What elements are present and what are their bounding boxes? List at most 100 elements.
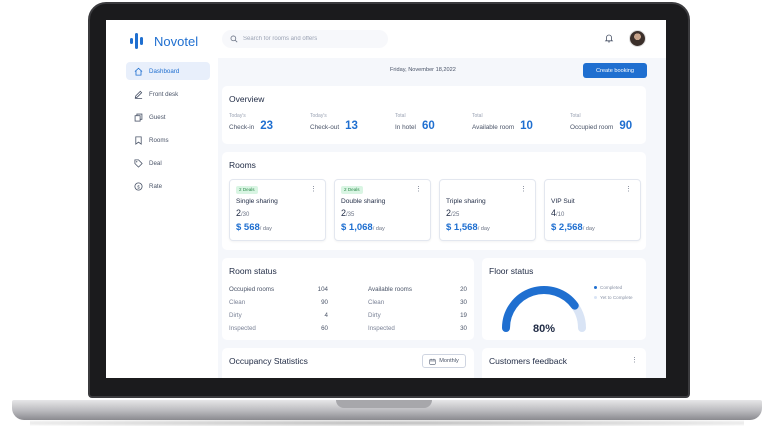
feedback-card: Customers feedback ⋮ — [482, 348, 646, 378]
stat-check-in: Today's Check-in 23 — [229, 113, 273, 132]
status-value: 19 — [460, 312, 467, 319]
sidebar-item-label: Deal — [149, 159, 162, 167]
sidebar-item-guest[interactable]: Guest — [126, 108, 210, 126]
logo-icon — [130, 33, 146, 49]
status-value: 20 — [460, 286, 467, 293]
legend-dot — [594, 286, 597, 289]
gauge-percent: 80% — [533, 323, 555, 335]
status-label: Clean — [229, 299, 246, 306]
stat-label: Available room — [472, 124, 515, 131]
more-options-icon[interactable]: ⋮ — [625, 185, 632, 193]
legend-dot — [594, 296, 597, 299]
app-screen: Novotel Dashboard Front desk Guest Rooms… — [106, 20, 666, 378]
laptop-notch — [336, 400, 432, 408]
floor-status-card: Floor status 80% Completed Yet to Comple… — [482, 258, 646, 340]
sidebar-item-deal[interactable]: Deal — [126, 154, 210, 172]
stat-value: 10 — [520, 120, 533, 132]
more-options-icon[interactable]: ⋮ — [631, 356, 638, 364]
room-price: $ 1,068/ day — [341, 222, 385, 233]
floor-status-title: Floor status — [489, 266, 534, 276]
sidebar-item-label: Rate — [149, 182, 163, 190]
copy-icon — [134, 113, 143, 122]
stat-label: Check-out — [310, 124, 340, 131]
period-dropdown[interactable]: Monthly — [422, 354, 466, 368]
bell-icon[interactable] — [604, 33, 614, 43]
laptop-shadow — [30, 420, 744, 426]
status-label: Inspected — [229, 325, 256, 332]
tag-icon — [134, 158, 143, 168]
stat-period: Today's — [310, 113, 327, 119]
room-name: Double sharing — [341, 198, 386, 205]
room-price: $ 568/ day — [236, 222, 272, 233]
brand-name: Novotel — [154, 33, 199, 49]
more-options-icon[interactable]: ⋮ — [310, 185, 317, 193]
sidebar-item-dashboard[interactable]: Dashboard — [126, 62, 210, 80]
room-name: Single sharing — [236, 198, 278, 205]
sidebar-item-rooms[interactable]: Rooms — [126, 131, 210, 149]
room-price: $ 1,568/ day — [446, 222, 490, 233]
deal-badge: 2 Deals — [236, 186, 258, 194]
stat-value: 23 — [260, 120, 274, 132]
room-occupancy: 2/25 — [446, 208, 460, 218]
avatar[interactable] — [629, 30, 646, 47]
status-label: Occupied rooms — [229, 286, 275, 293]
stat-period: Total — [570, 113, 581, 119]
deal-badge: 2 Deals — [341, 186, 363, 194]
overview-card: Overview Today's Check-in 23 Today's Chec… — [222, 86, 646, 144]
stat-label: In hotel — [395, 124, 416, 131]
stat-label: Check-in — [229, 124, 255, 131]
status-label: Dirty — [368, 312, 381, 319]
period-label: Monthly — [439, 358, 459, 364]
sidebar-item-label: Dashboard — [149, 67, 180, 75]
status-value: 60 — [321, 325, 328, 332]
current-date: Friday, November 18,2022 — [390, 67, 456, 73]
more-options-icon[interactable]: ⋮ — [520, 185, 527, 193]
room-card-vip[interactable]: ⋮ VIP Suit 4/10 $ 2,568/ day — [544, 179, 641, 241]
bookmark-icon — [134, 135, 143, 145]
stat-period: Total — [472, 113, 483, 119]
status-label: Dirty — [229, 312, 242, 319]
sidebar: Novotel Dashboard Front desk Guest Rooms… — [106, 20, 218, 378]
status-value: 4 — [324, 312, 328, 319]
room-occupancy: 2/30 — [236, 208, 250, 218]
create-booking-button[interactable]: Create booking — [583, 63, 647, 78]
dollar-icon: $ — [134, 181, 143, 191]
more-options-icon[interactable]: ⋮ — [415, 185, 422, 193]
room-name: VIP Suit — [551, 198, 575, 205]
svg-text:$: $ — [137, 184, 140, 190]
logo[interactable]: Novotel — [130, 33, 198, 49]
status-value: 90 — [321, 299, 328, 306]
search-icon — [230, 35, 238, 43]
stat-value: 13 — [345, 120, 358, 132]
stat-period: Total — [395, 113, 406, 119]
sidebar-item-label: Guest — [149, 113, 166, 121]
pencil-icon — [134, 90, 143, 99]
status-label: Clean — [368, 299, 385, 306]
room-card-double[interactable]: 2 Deals ⋮ Double sharing 2/35 $ 1,068/ d… — [334, 179, 431, 241]
floor-gauge: 80% — [502, 286, 586, 335]
stat-occupied-room: Total Occupied room 90 — [570, 113, 632, 132]
status-label: Inspected — [368, 325, 395, 332]
feedback-title: Customers feedback — [489, 356, 567, 366]
room-card-triple[interactable]: ⋮ Triple sharing 2/25 $ 1,568/ day — [439, 179, 536, 241]
room-card-single[interactable]: 2 Deals ⋮ Single sharing 2/30 $ 568/ day — [229, 179, 326, 241]
sidebar-item-rate[interactable]: $ Rate — [126, 177, 210, 195]
rooms-card: Rooms 2 Deals ⋮ Single sharing 2/30 $ 56… — [222, 152, 646, 250]
status-value: 30 — [460, 325, 467, 332]
status-value: 104 — [317, 286, 328, 293]
legend-yet-to-complete: Yet to Complete — [594, 295, 633, 300]
stat-period: Today's — [229, 113, 246, 119]
room-price: $ 2,568/ day — [551, 222, 595, 233]
search-input[interactable] — [243, 36, 383, 42]
search-box — [222, 30, 388, 48]
room-occupancy: 4/10 — [551, 208, 565, 218]
legend-completed: Completed — [594, 285, 622, 290]
status-value: 30 — [460, 299, 467, 306]
room-name: Triple sharing — [446, 198, 486, 205]
sidebar-item-label: Front desk — [149, 90, 179, 98]
sidebar-item-front-desk[interactable]: Front desk — [126, 85, 210, 103]
stat-available-room: Total Available room 10 — [472, 113, 533, 132]
occupancy-card: Occupancy Statistics Monthly — [222, 348, 474, 378]
stat-check-out: Today's Check-out 13 — [310, 113, 358, 132]
rooms-title: Rooms — [229, 160, 256, 170]
